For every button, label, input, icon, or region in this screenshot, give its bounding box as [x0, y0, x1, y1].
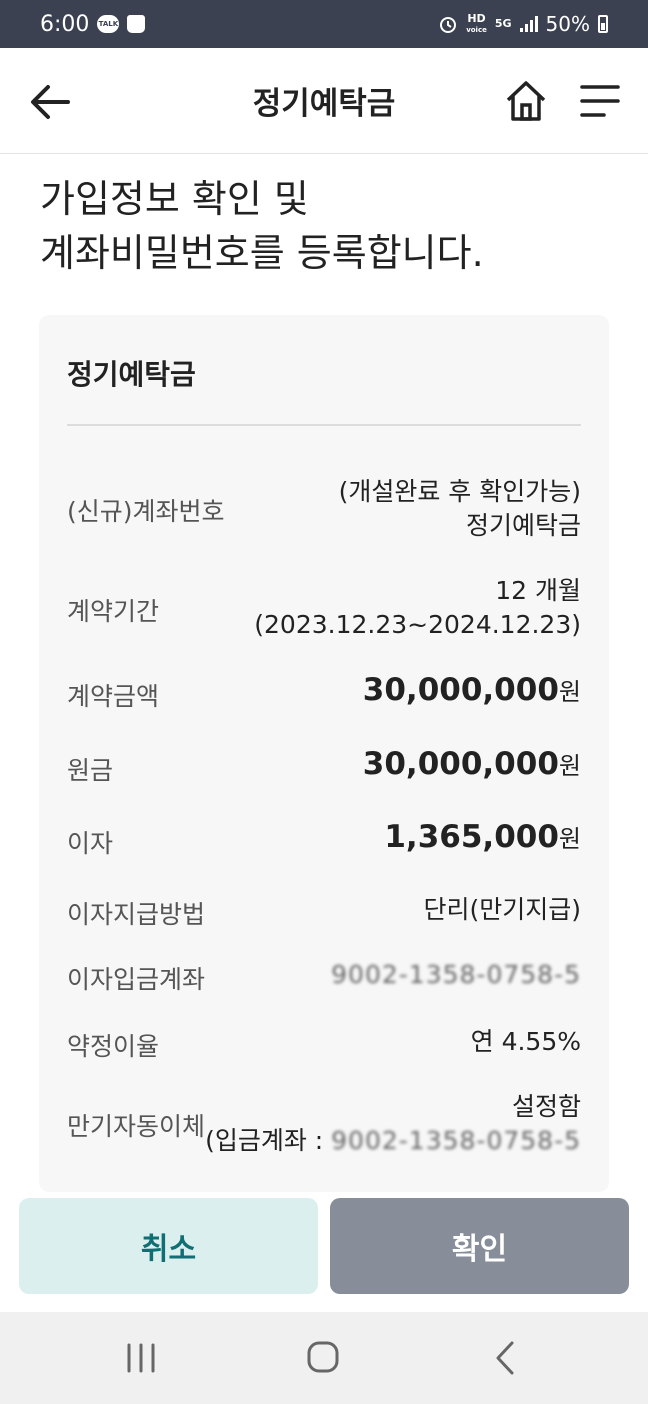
masked-account-number: 9002-1358-0758-5	[331, 1126, 581, 1155]
row-value: (개설완료 후 확인가능) 정기예탁금	[339, 475, 581, 543]
app-header: 정기예탁금	[0, 48, 648, 154]
network-5g-icon: 5G	[494, 17, 512, 30]
row-value-line2: (입금계좌 : 9002-1358-0758-5	[205, 1124, 581, 1158]
row-unit: 원	[558, 752, 581, 780]
row-label: 이자	[67, 829, 114, 858]
row-value: 단리(만기지급)	[423, 895, 581, 924]
row-value-line1: 설정함	[511, 1092, 581, 1121]
recents-icon[interactable]	[124, 1342, 158, 1374]
row-value-line2: 정기예탁금	[465, 511, 581, 540]
row-amount: 1,365,000	[384, 819, 559, 855]
row-label: 원금	[67, 756, 114, 785]
battery-percent: 50%	[545, 12, 590, 36]
page-heading: 가입정보 확인 및 계좌비밀번호를 등록합니다.	[40, 172, 484, 280]
kakaotalk-icon: TALK	[97, 15, 120, 33]
row-value-line1: (개설완료 후 확인가능)	[338, 477, 581, 506]
row-label: 만기자동이체	[67, 1112, 206, 1141]
card-divider	[67, 424, 581, 426]
row-value: 9002-1358-0758-5	[331, 958, 581, 992]
status-bar: 6:00 TALK HD voice 5G 50%	[0, 0, 648, 48]
row-label: (신규)계좌번호	[67, 497, 225, 526]
arrow-left-icon[interactable]	[28, 82, 74, 122]
voice-label: voice	[466, 25, 487, 34]
row-value-line2: (2023.12.23~2024.12.23)	[254, 610, 581, 639]
cancel-button[interactable]: 취소	[19, 1198, 318, 1294]
home-icon[interactable]	[503, 78, 549, 124]
masked-account-number: 9002-1358-0758-5	[331, 960, 581, 989]
heading-line-1: 가입정보 확인 및	[40, 177, 309, 221]
home-circle-icon[interactable]	[306, 1340, 340, 1374]
row-value: 30,000,000원	[363, 747, 581, 783]
row-value-prefix: (입금계좌 :	[205, 1126, 332, 1155]
row-value: 12 개월 (2023.12.23~2024.12.23)	[254, 574, 581, 642]
row-value: 1,365,000원	[384, 820, 581, 856]
system-navigation-bar	[0, 1312, 648, 1404]
shopping-bag-icon	[127, 15, 146, 33]
confirm-button[interactable]: 확인	[330, 1198, 629, 1294]
status-time: 6:00	[40, 11, 90, 37]
page-title: 정기예탁금	[252, 86, 396, 122]
row-label: 약정이율	[67, 1032, 160, 1061]
signal-icon	[519, 16, 538, 32]
hd-voice-icon: HD voice	[466, 11, 487, 35]
subscription-info-card: 정기예탁금 (신규)계좌번호 (개설완료 후 확인가능) 정기예탁금 계약기간 …	[39, 315, 609, 1192]
card-title: 정기예탁금	[67, 358, 196, 391]
hamburger-menu-icon[interactable]	[578, 82, 622, 120]
row-label: 이자입금계좌	[67, 965, 206, 994]
row-label: 계약금액	[67, 682, 160, 711]
row-amount: 30,000,000	[362, 746, 559, 782]
row-amount: 30,000,000	[362, 672, 559, 708]
row-value-line1: 12 개월	[495, 576, 581, 605]
chevron-left-icon[interactable]	[492, 1340, 518, 1376]
hd-label: HD	[467, 11, 486, 25]
row-label: 이자지급방법	[67, 900, 206, 929]
heading-line-2: 계좌비밀번호를 등록합니다.	[40, 231, 484, 275]
row-unit: 원	[558, 678, 581, 706]
row-value: 30,000,000원	[363, 673, 581, 709]
alarm-icon	[440, 17, 457, 33]
row-unit: 원	[558, 825, 581, 853]
row-value: 설정함 (입금계좌 : 9002-1358-0758-5	[205, 1090, 581, 1158]
row-label: 계약기간	[67, 597, 160, 626]
row-value: 연 4.55%	[470, 1027, 581, 1056]
battery-icon	[598, 15, 608, 33]
